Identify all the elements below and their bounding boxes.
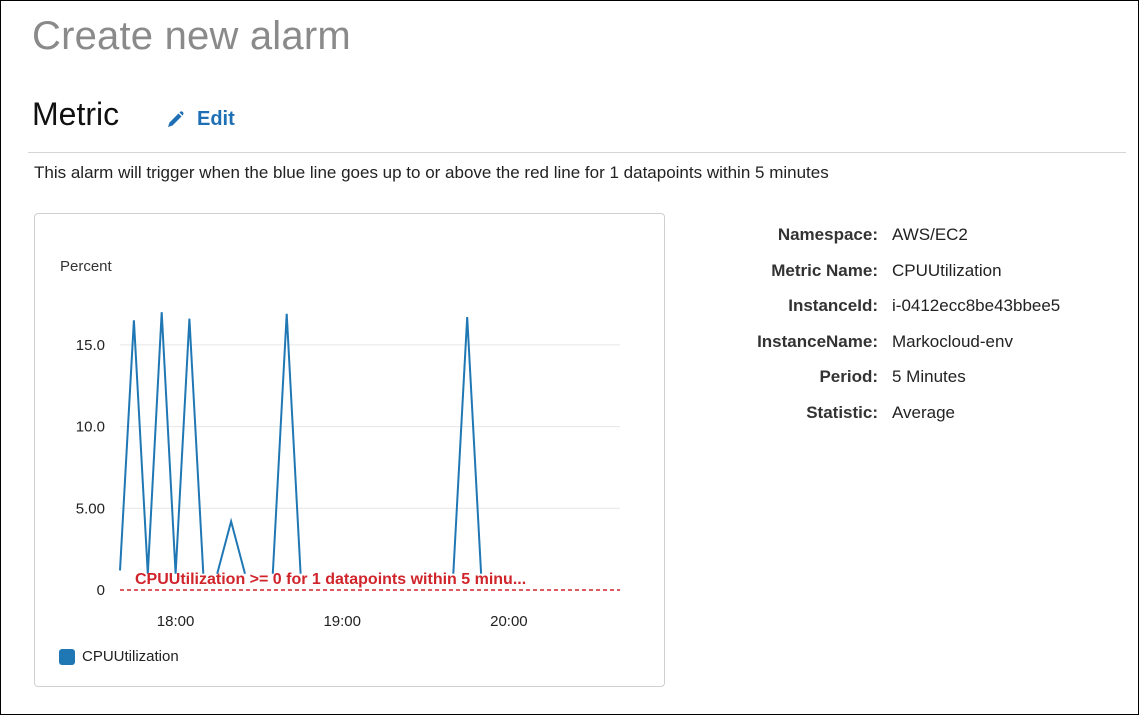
detail-key: Metric Name:: [771, 260, 878, 280]
metric-chart: Percent 0 5.00 10.0 15.0 CPUUtilization >= 0 …: [60, 258, 620, 630]
alarm-description: This alarm will trigger when the blue li…: [34, 163, 829, 182]
detail-key: Period:: [819, 367, 878, 386]
y-axis-label: Percent: [60, 258, 113, 275]
pencil-icon: [168, 110, 184, 127]
y-tick-label: 0: [97, 582, 105, 599]
detail-value: 5 Minutes: [892, 367, 966, 386]
detail-key: Namespace:: [777, 225, 878, 244]
chart-legend: CPUUtilization: [59, 648, 179, 665]
detail-value: i-0412ecc8be43bbee5: [892, 296, 1061, 315]
detail-row: Namespace: AWS/EC2: [700, 217, 1060, 253]
edit-label: Edit: [197, 108, 235, 130]
y-tick-label: 10.0: [76, 419, 105, 436]
x-tick-label: 20:00: [490, 613, 528, 630]
detail-value: AWS/EC2: [892, 225, 968, 244]
metric-details: Namespace: AWS/EC2 Metric Name: CPUUtilizat…: [700, 217, 1060, 430]
page-title: Create new alarm: [32, 14, 351, 58]
detail-value: Average: [892, 402, 956, 422]
section-title: Metric: [32, 96, 120, 132]
detail-value: Markocloud-env: [892, 331, 1013, 351]
detail-row: Period: 5 Minutes: [700, 359, 1060, 395]
edit-metric-link[interactable]: Edit: [165, 108, 235, 131]
detail-row: Metric Name: CPUUtilization: [700, 253, 1060, 289]
detail-row: InstanceName: Markocloud-env: [700, 324, 1060, 360]
detail-key: Statistic:: [806, 402, 878, 422]
metric-chart-card: Percent 0 5.00 10.0 15.0 CPUUtilization >= 0 …: [34, 213, 665, 687]
series-line-cpuutilization: [452, 317, 483, 574]
threshold-label: CPUUtilization >= 0 for 1 datapoints wit…: [135, 571, 526, 588]
detail-value: CPUUtilization: [892, 260, 1002, 280]
series-line-cpuutilization: [271, 313, 302, 574]
series-line-cpuutilization: [216, 517, 246, 574]
detail-key: InstanceName:: [757, 331, 878, 351]
x-tick-label: 19:00: [323, 613, 361, 630]
x-tick-label: 18:00: [157, 613, 195, 630]
y-tick-label: 5.00: [76, 500, 105, 517]
section-divider: [28, 152, 1126, 153]
series-line-cpuutilization: [119, 312, 205, 574]
detail-row: InstanceId: i-0412ecc8be43bbee5: [700, 288, 1060, 324]
legend-label: CPUUtilization: [82, 648, 179, 665]
y-tick-label: 15.0: [76, 337, 105, 354]
detail-row: Statistic: Average: [700, 395, 1060, 431]
legend-swatch: [59, 648, 75, 665]
detail-key: InstanceId:: [788, 296, 878, 315]
